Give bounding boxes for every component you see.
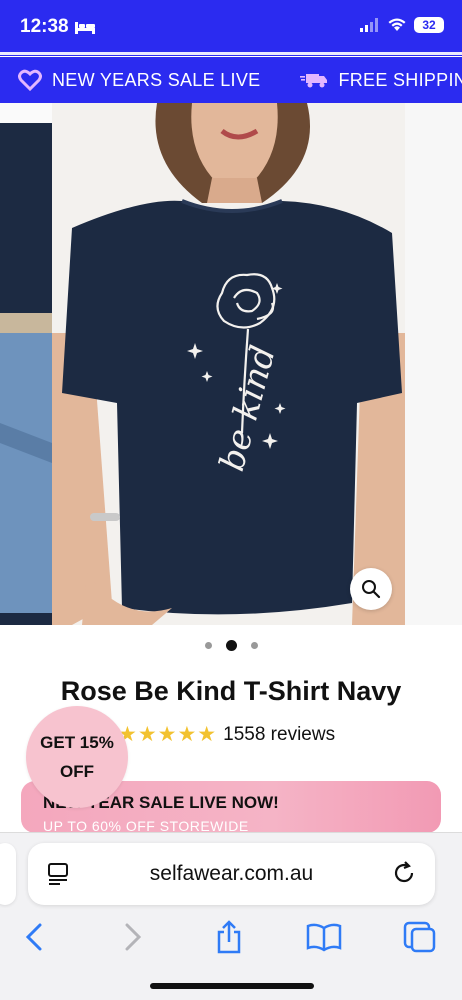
bed-icon [74,22,95,34]
announcement-item-shipping: FREE SHIPPIN [300,70,462,91]
sale-banner-subtitle: UP TO 60% OFF STOREWIDE [43,818,249,833]
discount-badge-line1: GET 15% [40,733,114,752]
heart-icon [18,69,42,91]
announcement-bar[interactable]: NEW YEARS SALE LIVE FREE SHIPPIN [0,57,462,103]
url-text[interactable]: selfawear.com.au [28,862,435,886]
forward-button[interactable] [113,917,153,957]
address-bar[interactable]: selfawear.com.au [28,843,435,905]
announcement-item-sale: NEW YEARS SALE LIVE [18,69,260,91]
tabs-icon [403,921,436,953]
search-icon [362,580,381,599]
previous-tab-peek[interactable] [0,843,16,905]
discount-popup-badge[interactable]: GET 15% OFF [26,706,128,808]
status-bar: 12:38 32 [0,0,462,56]
reload-icon[interactable] [391,860,417,886]
signal-icon [360,18,378,32]
chevron-right-icon [125,923,142,951]
truck-icon [300,74,328,88]
home-indicator [150,983,314,989]
back-button[interactable] [14,917,54,957]
product-title: Rose Be Kind T-Shirt Navy [60,676,402,706]
browser-toolbar [0,915,462,959]
battery-indicator: 32 [414,17,444,33]
pagination-dot[interactable] [250,642,258,649]
review-count[interactable]: 1558 reviews [223,724,335,746]
next-slide-image[interactable] [405,103,462,625]
status-icons: 32 [360,17,444,33]
discount-badge-line2: OFF [60,762,94,781]
wifi-icon [388,18,406,31]
bookmarks-button[interactable] [304,917,344,957]
status-time: 12:38 [20,16,95,38]
tabs-button[interactable] [400,917,440,957]
share-button[interactable] [209,917,249,957]
previous-slide-image[interactable] [0,123,52,625]
browser-bar: selfawear.com.au [0,832,462,1000]
gallery-pagination [0,640,462,651]
announcement-text: NEW YEARS SALE LIVE [52,69,261,90]
pagination-dot-active[interactable] [225,640,237,651]
chevron-left-icon [25,923,42,951]
book-icon [306,923,342,952]
product-rating[interactable]: ★★★★★ 1558 reviews [118,722,335,747]
product-gallery[interactable]: be kind [0,103,462,625]
pagination-dot[interactable] [204,642,212,649]
star-rating-icons: ★★★★★ [118,723,218,746]
zoom-button[interactable] [350,568,392,610]
share-icon [217,920,241,954]
divider [0,52,462,55]
announcement-text: FREE SHIPPIN [338,69,462,90]
time-text: 12:38 [20,16,69,37]
product-image[interactable]: be kind [52,103,405,625]
